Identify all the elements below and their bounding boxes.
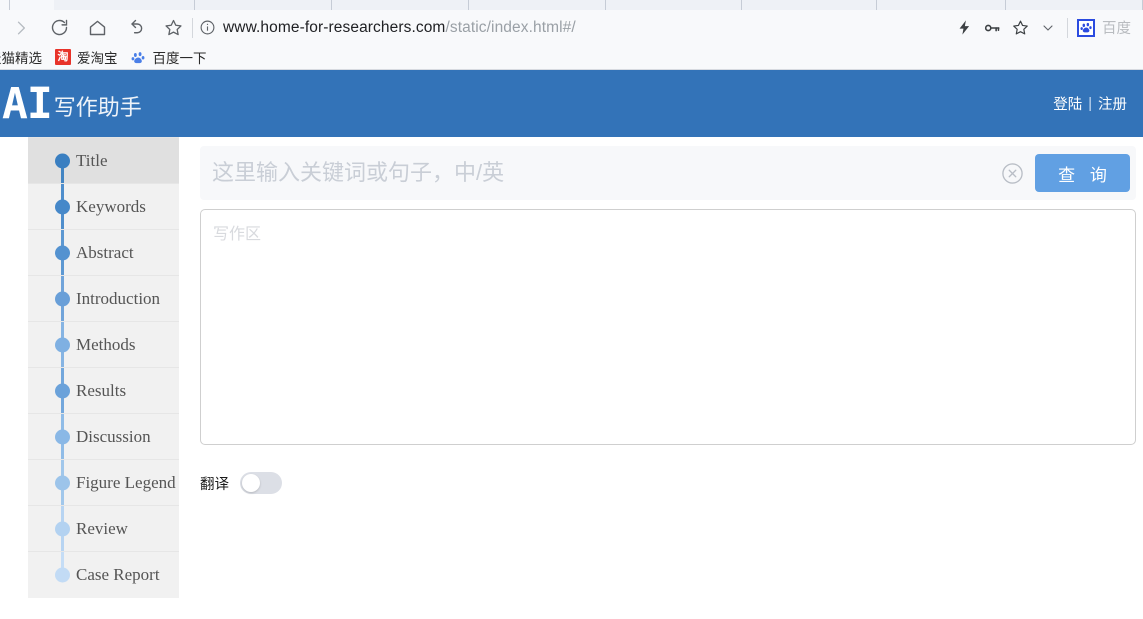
translate-label: 翻译	[200, 476, 229, 493]
address-bar-text: www.home-for-researchers.com/static/inde…	[223, 19, 576, 37]
browser-tab[interactable]	[605, 0, 743, 10]
browser-chrome: www.home-for-researchers.com/static/inde…	[0, 0, 1143, 70]
search-bar: 查 询	[200, 146, 1136, 200]
timeline-dot	[55, 199, 70, 214]
forward-arrow-icon[interactable]	[4, 13, 38, 43]
sidebar-item-label: Introduction	[76, 288, 161, 308]
search-input[interactable]	[200, 147, 995, 199]
browser-tab[interactable]	[742, 0, 878, 10]
timeline-dot	[55, 383, 70, 398]
page-viewport: AI 写作助手 登陆 | 注册 Title Keywords Abstract	[0, 70, 1143, 619]
brand-ai-text: AI	[2, 78, 53, 129]
sidebar-item-title[interactable]: Title	[28, 138, 179, 184]
sidebar-item-results[interactable]: Results	[28, 368, 179, 414]
chevron-down-icon[interactable]	[1035, 13, 1061, 43]
sidebar-item-label: Figure Legend	[76, 472, 176, 492]
address-bar[interactable]: www.home-for-researchers.com/static/inde…	[199, 13, 951, 43]
brand-logo[interactable]: AI 写作助手	[2, 82, 142, 126]
browser-tab[interactable]	[9, 0, 54, 10]
translate-toggle-row: 翻译	[200, 472, 1136, 494]
sidebar-item-discussion[interactable]: Discussion	[28, 414, 179, 460]
sidebar-item-case-report[interactable]: Case Report	[28, 552, 179, 598]
timeline-dot	[55, 337, 70, 352]
toggle-knob	[242, 474, 260, 492]
info-circle-icon[interactable]	[199, 19, 216, 36]
main-content: 查 询 翻译	[200, 137, 1136, 494]
sidebar-item-introduction[interactable]: Introduction	[28, 276, 179, 322]
bookmark-item[interactable]: 百度一下	[131, 47, 207, 67]
browser-tab[interactable]	[877, 0, 1007, 10]
browser-tab[interactable]	[53, 0, 196, 10]
browser-toolbar: www.home-for-researchers.com/static/inde…	[0, 10, 1143, 45]
bookmark-star-icon[interactable]	[156, 13, 190, 43]
back-arrow-icon[interactable]	[118, 13, 152, 43]
browser-tab[interactable]	[0, 0, 10, 10]
bookmark-label: 天猫精选	[0, 51, 42, 66]
auth-links: 登陆 | 注册	[1053, 93, 1127, 114]
bookmark-item[interactable]: 天猫精选	[0, 47, 42, 67]
address-path: /static/index.html#/	[445, 18, 576, 36]
translate-toggle[interactable]	[240, 472, 282, 494]
browser-nav-icons	[4, 13, 190, 43]
sidebar-item-keywords[interactable]: Keywords	[28, 184, 179, 230]
browser-tab[interactable]	[468, 0, 606, 10]
register-link[interactable]: 注册	[1098, 93, 1127, 114]
sidebar-item-label: Methods	[76, 334, 136, 354]
baidu-paw-icon	[131, 49, 147, 65]
sidebar-item-label: Abstract	[76, 242, 134, 262]
toolbar-divider	[192, 17, 193, 38]
browser-tab[interactable]	[1006, 0, 1143, 10]
timeline-dot	[55, 567, 70, 583]
address-host: www.home-for-researchers.com	[223, 18, 446, 36]
sidebar-item-label: Discussion	[76, 426, 151, 446]
sidebar-item-abstract[interactable]: Abstract	[28, 230, 179, 276]
baidu-extension-label: 百度	[1102, 21, 1131, 37]
home-icon[interactable]	[80, 13, 114, 43]
toolbar-right-icons: 百度	[951, 13, 1135, 43]
browser-tab-strip[interactable]	[0, 0, 1143, 10]
timeline-dot	[55, 475, 70, 490]
sidebar-item-label: Keywords	[76, 196, 146, 216]
query-button[interactable]: 查 询	[1035, 154, 1130, 192]
clear-circle-icon[interactable]	[995, 156, 1029, 190]
login-link[interactable]: 登陆	[1053, 93, 1082, 114]
browser-tab[interactable]	[332, 0, 469, 10]
bookmark-item[interactable]: 淘 爱淘宝	[55, 47, 118, 67]
timeline-dot	[55, 521, 70, 536]
timeline-dot	[55, 291, 70, 306]
taobao-icon: 淘	[55, 49, 71, 65]
sidebar-item-review[interactable]: Review	[28, 506, 179, 552]
timeline-dot	[55, 153, 70, 168]
sidebar-item-figure-legend[interactable]: Figure Legend	[28, 460, 179, 506]
lightning-icon[interactable]	[951, 13, 977, 43]
sidebar-item-label: Review	[76, 518, 128, 538]
brand-cn-text: 写作助手	[53, 94, 142, 120]
reload-icon[interactable]	[42, 13, 76, 43]
bookmarks-bar: 天猫精选 淘 爱淘宝 百度一下	[0, 45, 1143, 70]
writing-area-textarea[interactable]	[200, 209, 1136, 445]
toolbar-divider	[1067, 17, 1068, 38]
timeline-dot	[55, 429, 70, 444]
sidebar-item-label: Case Report	[76, 565, 160, 584]
key-icon[interactable]	[979, 13, 1005, 43]
sidebar-item-label: Results	[76, 380, 127, 400]
sidebar-item-methods[interactable]: Methods	[28, 322, 179, 368]
section-sidebar: Title Keywords Abstract Introduction Met…	[28, 137, 179, 598]
browser-tab[interactable]	[195, 0, 333, 10]
auth-separator: |	[1088, 95, 1092, 112]
baidu-paw-icon	[1077, 18, 1095, 37]
site-header: AI 写作助手 登陆 | 注册	[0, 70, 1143, 137]
baidu-extension-button[interactable]: 百度	[1077, 17, 1135, 38]
bookmark-label: 爱淘宝	[77, 51, 118, 66]
bookmark-label: 百度一下	[152, 51, 207, 66]
star-icon[interactable]	[1007, 13, 1033, 43]
timeline-dot	[55, 245, 70, 260]
